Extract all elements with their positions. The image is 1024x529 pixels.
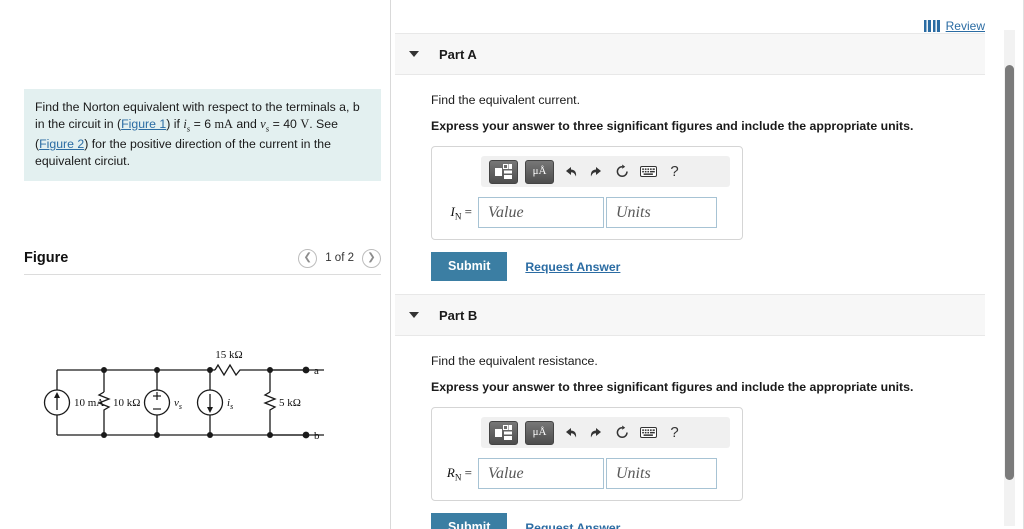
part-a-body: Find the equivalent current. Express you… — [395, 75, 985, 281]
help-icon[interactable]: ? — [665, 422, 684, 444]
resistor-10k-label: 10 kΩ — [113, 397, 140, 409]
voltage-source-vs-label: vs — [174, 397, 182, 411]
part-b-value-input[interactable]: Value — [478, 458, 604, 489]
part-b-submit-button[interactable]: Submit — [431, 513, 508, 529]
undo-icon[interactable] — [561, 422, 580, 444]
problem-text-mid2: = 6 — [190, 116, 215, 131]
terminal-b-dot — [302, 431, 310, 439]
current-source-is-label: is — [227, 397, 233, 411]
part-a-actions: Submit Request Answer — [431, 252, 985, 281]
variable-vs: vs — [260, 116, 270, 133]
redo-icon[interactable] — [587, 422, 606, 444]
part-b-math-toolbar: μÅ ? — [481, 417, 730, 448]
figure-header: Figure ❮ 1 of 2 ❯ — [24, 242, 381, 274]
part-a-request-answer-link[interactable]: Request Answer — [525, 260, 620, 274]
part-b-answer-box: μÅ ? RN = Value Units — [431, 407, 743, 501]
unit-volt: V — [300, 116, 310, 131]
problem-text-mid1: ) if — [166, 116, 184, 131]
math-template-icon[interactable] — [489, 420, 518, 445]
part-a-section: Part A Find the equivalent current. Expr… — [395, 33, 985, 281]
figure-1-link[interactable]: Figure 1 — [121, 117, 166, 131]
left-figure-panel: Find the Norton equivalent with respect … — [0, 0, 391, 529]
math-template-icon[interactable] — [489, 159, 518, 184]
part-a-label: Part A — [439, 46, 477, 62]
part-a-units-input[interactable]: Units — [606, 197, 717, 228]
page-root: Find the Norton equivalent with respect … — [0, 0, 1024, 529]
part-a-variable-label: IN = — [450, 203, 472, 222]
part-a-math-toolbar: μÅ ? — [481, 156, 730, 187]
problem-text-mid3: and — [232, 116, 261, 131]
figure-2-link[interactable]: Figure 2 — [39, 137, 84, 151]
part-a-instruction: Express your answer to three significant… — [431, 119, 914, 133]
unit-milliamp: mA — [214, 116, 233, 131]
keyboard-icon[interactable] — [639, 161, 658, 183]
units-glyph: μÅ — [532, 165, 547, 177]
part-b-section: Part B Find the equivalent resistance. E… — [395, 294, 985, 529]
reset-icon[interactable] — [613, 161, 632, 183]
part-a-prompt: Find the equivalent current. — [431, 93, 581, 107]
part-b-header[interactable]: Part B — [395, 294, 985, 336]
units-icon[interactable]: μÅ — [525, 159, 554, 184]
problem-text-mid4: = 40 — [269, 116, 301, 131]
part-b-request-answer-link[interactable]: Request Answer — [525, 521, 620, 529]
voltage-source-vs — [143, 389, 171, 416]
terminal-b-label: b — [314, 430, 320, 442]
resistor-5k-label: 5 kΩ — [279, 397, 301, 409]
part-b-body: Find the equivalent resistance. Express … — [395, 336, 985, 529]
keyboard-icon[interactable] — [639, 422, 658, 444]
part-a-answer-box: μÅ ? IN = Value Units — [431, 146, 743, 240]
current-source-is — [196, 389, 224, 416]
circuit-diagram: 15 kΩ 10 mA 10 kΩ vs is 5 kΩ a b — [43, 349, 324, 442]
current-source-10ma — [43, 389, 71, 416]
book-icon — [923, 20, 940, 32]
problem-statement: Find the Norton equivalent with respect … — [24, 89, 381, 182]
redo-icon[interactable] — [587, 161, 606, 183]
part-a-submit-button[interactable]: Submit — [431, 252, 508, 281]
figure-divider — [24, 274, 381, 275]
reset-icon[interactable] — [613, 422, 632, 444]
chevron-right-icon[interactable]: ❯ — [362, 248, 381, 268]
part-b-label: Part B — [439, 307, 478, 323]
part-b-units-input[interactable]: Units — [606, 458, 717, 489]
vertical-scrollbar-track[interactable] — [1004, 30, 1015, 526]
part-b-instruction: Express your answer to three significant… — [431, 380, 914, 394]
review-row: Review — [923, 19, 985, 33]
part-b-variable-label: RN = — [446, 464, 472, 483]
units-icon[interactable]: μÅ — [525, 420, 554, 445]
part-b-answer-row: RN = Value Units — [442, 458, 732, 489]
review-link[interactable]: Review — [946, 19, 985, 33]
units-glyph: μÅ — [532, 426, 547, 438]
part-a-header[interactable]: Part A — [395, 33, 985, 75]
terminal-a-label: a — [314, 365, 319, 377]
undo-icon[interactable] — [561, 161, 580, 183]
chevron-left-icon[interactable]: ❮ — [298, 248, 318, 268]
part-a-answer-row: IN = Value Units — [442, 197, 732, 228]
caret-down-icon[interactable] — [409, 51, 419, 57]
figure-nav: ❮ 1 of 2 ❯ — [298, 248, 381, 268]
resistor-15k-label: 15 kΩ — [215, 349, 242, 361]
part-a-value-input[interactable]: Value — [478, 197, 604, 228]
help-icon[interactable]: ? — [665, 161, 684, 183]
resistor-5k-symbol — [263, 391, 277, 414]
part-b-actions: Submit Request Answer — [431, 513, 985, 529]
part-b-prompt: Find the equivalent resistance. — [431, 354, 598, 368]
figure-title: Figure — [24, 250, 69, 266]
caret-down-icon[interactable] — [409, 312, 419, 318]
terminal-a-dot — [302, 366, 310, 374]
right-answer-panel: Review Part A Find the equivalent curren… — [391, 0, 1024, 529]
figure-counter: 1 of 2 — [325, 252, 354, 264]
resistor-15k-symbol — [214, 363, 243, 377]
vertical-scrollbar-thumb[interactable] — [1005, 65, 1014, 480]
